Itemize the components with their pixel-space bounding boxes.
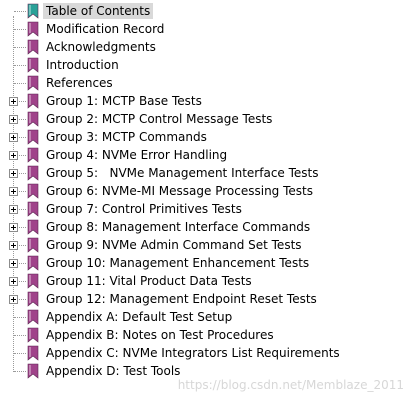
tree-item[interactable]: Group 12: Management Endpoint Reset Test… — [0, 290, 410, 308]
expand-plus-icon[interactable] — [9, 241, 18, 250]
tree-item-label: Appendix B: Notes on Test Procedures — [46, 328, 274, 342]
tree-item-label: Group 11: Vital Product Data Tests — [46, 274, 252, 288]
bookmark-icon — [27, 129, 39, 145]
tree-item-label: Group 9: NVMe Admin Command Set Tests — [46, 238, 302, 252]
tree-item-label: Group 2: MCTP Control Message Tests — [46, 112, 273, 126]
tree-item-label: Introduction — [46, 58, 119, 72]
bookmark-icon — [27, 273, 39, 289]
tree-item[interactable]: Group 10: Management Enhancement Tests — [0, 254, 410, 272]
tree-item[interactable]: Group 1: MCTP Base Tests — [0, 92, 410, 110]
tree-item[interactable]: Group 2: MCTP Control Message Tests — [0, 110, 410, 128]
bookmark-icon — [27, 291, 39, 307]
bookmark-icon — [27, 93, 39, 109]
tree-item-label: Table of Contents — [43, 3, 154, 19]
bookmark-icon — [27, 255, 39, 271]
tree-item-label: Group 7: Control Primitives Tests — [46, 202, 242, 216]
tree-item-label: Modification Record — [46, 22, 165, 36]
bookmarks-tree: Table of Contents Modification Record Ackn… — [0, 0, 410, 406]
tree-item-label: Appendix C: NVMe Integrators List Requir… — [46, 346, 340, 360]
bookmark-icon — [27, 201, 39, 217]
tree-item[interactable]: Appendix B: Notes on Test Procedures — [0, 326, 410, 344]
tree-item[interactable]: Group 9: NVMe Admin Command Set Tests — [0, 236, 410, 254]
tree-item[interactable]: Modification Record — [0, 20, 410, 38]
bookmark-icon — [27, 57, 39, 73]
bookmark-icon — [27, 39, 39, 55]
expand-plus-icon[interactable] — [9, 133, 18, 142]
bookmark-icon — [27, 219, 39, 235]
bookmark-icon — [27, 237, 39, 253]
tree-item-label: Acknowledgments — [46, 40, 156, 54]
bookmark-icon — [27, 345, 39, 361]
bookmark-icon — [27, 147, 39, 163]
bookmark-icon — [27, 111, 39, 127]
tree-item-label: Group 8: Management Interface Commands — [46, 220, 311, 234]
expand-plus-icon[interactable] — [9, 169, 18, 178]
tree-item-label: Group 6: NVMe-MI Message Processing Test… — [46, 184, 313, 198]
bookmark-icon — [27, 165, 39, 181]
tree-item[interactable]: Table of Contents — [0, 2, 410, 20]
bookmark-icon — [27, 363, 39, 379]
bookmark-icon — [27, 3, 39, 19]
tree-item[interactable]: Introduction — [0, 56, 410, 74]
tree-item-label: Group 1: MCTP Base Tests — [46, 94, 202, 108]
expand-plus-icon[interactable] — [9, 277, 18, 286]
tree-item-label: Group 12: Management Endpoint Reset Test… — [46, 292, 317, 306]
tree-item[interactable]: Group 4: NVMe Error Handling — [0, 146, 410, 164]
tree-item[interactable]: Group 7: Control Primitives Tests — [0, 200, 410, 218]
bookmark-icon — [27, 309, 39, 325]
tree-item[interactable]: Group 6: NVMe-MI Message Processing Test… — [0, 182, 410, 200]
expand-plus-icon[interactable] — [9, 187, 18, 196]
expand-plus-icon[interactable] — [9, 115, 18, 124]
tree-item-label: Group 5: NVMe Management Interface Tests — [46, 166, 319, 180]
expand-plus-icon[interactable] — [9, 97, 18, 106]
tree-item[interactable]: Appendix A: Default Test Setup — [0, 308, 410, 326]
tree-item-label: Appendix D: Test Tools — [46, 364, 181, 378]
tree-item[interactable]: Group 11: Vital Product Data Tests — [0, 272, 410, 290]
tree-item-label: Group 10: Management Enhancement Tests — [46, 256, 310, 270]
bookmark-icon — [27, 21, 39, 37]
tree-item-label: References — [46, 76, 113, 90]
watermark: https://blog.csdn.net/Memblaze_2011 — [177, 378, 404, 392]
expand-plus-icon[interactable] — [9, 259, 18, 268]
tree-item[interactable]: Appendix C: NVMe Integrators List Requir… — [0, 344, 410, 362]
bookmark-icon — [27, 327, 39, 343]
tree-item[interactable]: Group 8: Management Interface Commands — [0, 218, 410, 236]
tree-item[interactable]: Acknowledgments — [0, 38, 410, 56]
tree-item[interactable]: Group 5: NVMe Management Interface Tests — [0, 164, 410, 182]
tree-item[interactable]: Group 3: MCTP Commands — [0, 128, 410, 146]
bookmark-icon — [27, 183, 39, 199]
tree-item[interactable]: References — [0, 74, 410, 92]
expand-plus-icon[interactable] — [9, 151, 18, 160]
tree-item-label: Appendix A: Default Test Setup — [46, 310, 233, 324]
tree-item-label: Group 3: MCTP Commands — [46, 130, 207, 144]
expand-plus-icon[interactable] — [9, 223, 18, 232]
expand-plus-icon[interactable] — [9, 295, 18, 304]
expand-plus-icon[interactable] — [9, 205, 18, 214]
tree-item-label: Group 4: NVMe Error Handling — [46, 148, 228, 162]
bookmark-icon — [27, 75, 39, 91]
